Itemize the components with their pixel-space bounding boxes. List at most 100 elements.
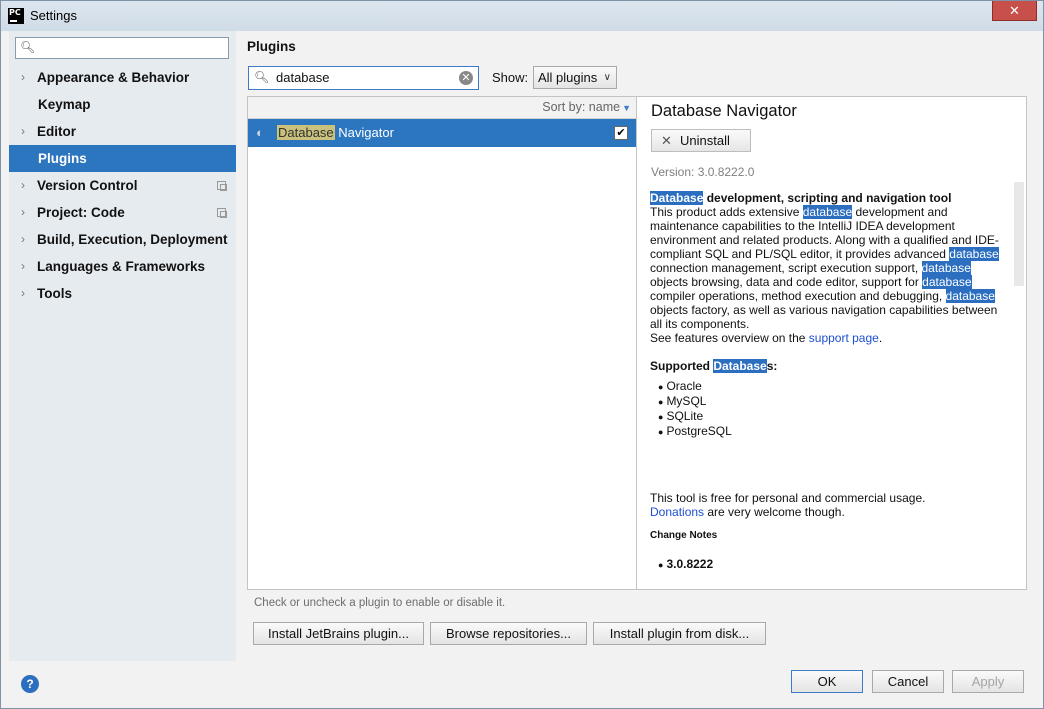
window-title: Settings	[30, 8, 77, 23]
description-paragraph: This product adds extensive database dev…	[650, 205, 1005, 331]
sidebar-item-label: Version Control	[37, 178, 138, 193]
close-icon: ✕	[661, 133, 672, 148]
sidebar-item-version-control[interactable]: › Version Control	[9, 172, 236, 199]
plugin-version: Version: 3.0.8222.0	[651, 165, 755, 179]
change-notes-list: 3.0.8222	[650, 557, 1005, 572]
headline-text: development, scripting and navigation to…	[703, 191, 952, 205]
sidebar-item-languages-frameworks[interactable]: › Languages & Frameworks	[9, 253, 236, 280]
sidebar-item-label: Appearance & Behavior	[37, 70, 190, 85]
desc-text: compiler operations, method execution an…	[650, 289, 946, 303]
desc-text: s:	[766, 359, 778, 373]
plugin-detail-panel: Database Navigator ✕ Uninstall Version: …	[637, 96, 1027, 590]
help-button[interactable]: ?	[21, 675, 39, 693]
plugin-icon: ◐	[256, 125, 264, 140]
uninstall-label: Uninstall	[680, 133, 730, 148]
search-highlight: Database	[713, 359, 767, 373]
sort-by-dropdown[interactable]: Sort by: name ▼	[248, 97, 636, 119]
chevron-right-icon: ›	[21, 124, 25, 138]
search-highlight: database	[921, 261, 971, 275]
desc-text: connection management, script execution …	[650, 261, 922, 275]
scrollbar-thumb[interactable]	[1014, 182, 1024, 286]
chevron-right-icon: ›	[21, 232, 25, 246]
supported-databases-list: Oracle MySQL SQLite PostgreSQL	[650, 379, 1005, 439]
list-item: PostgreSQL	[666, 424, 1005, 439]
list-item: Oracle	[666, 379, 1005, 394]
sidebar-item-label: Editor	[37, 124, 76, 139]
cancel-button[interactable]: Cancel	[872, 670, 944, 693]
project-scope-icon	[217, 181, 227, 191]
chevron-right-icon: ›	[21, 205, 25, 219]
sidebar-item-label: Tools	[37, 286, 72, 301]
search-highlight: database	[922, 275, 972, 289]
plugin-name-highlight: Database	[277, 125, 335, 140]
plugin-name-rest: Navigator	[334, 125, 394, 140]
search-highlight: Database	[650, 191, 704, 205]
sidebar-item-tools[interactable]: › Tools	[9, 280, 236, 307]
plugin-row-database-navigator[interactable]: ◐ Database Navigator ✔	[248, 119, 636, 147]
triangle-down-icon: ▼	[622, 103, 631, 113]
sidebar-item-appearance-behavior[interactable]: › Appearance & Behavior	[9, 64, 236, 91]
apply-button[interactable]: Apply	[952, 670, 1024, 693]
clear-search-icon[interactable]: ✕	[459, 71, 473, 85]
sidebar-item-keymap[interactable]: Keymap	[9, 91, 236, 118]
donations-link[interactable]: Donations	[650, 505, 704, 519]
close-button[interactable]: ✕	[992, 1, 1037, 21]
show-filter-value: All plugins	[538, 70, 598, 85]
plugin-detail-title: Database Navigator	[651, 102, 797, 120]
desc-text: Supported	[650, 359, 714, 373]
plugin-list: Sort by: name ▼ ◐ Database Navigator ✔	[247, 96, 637, 590]
plugin-search-input[interactable]: 🔍︎ database ✕	[248, 66, 479, 90]
project-scope-icon	[217, 208, 227, 218]
ok-button[interactable]: OK	[791, 670, 863, 693]
list-item: MySQL	[666, 394, 1005, 409]
sidebar-item-label: Languages & Frameworks	[37, 259, 206, 274]
support-page-link[interactable]: support page	[809, 331, 879, 345]
install-jetbrains-plugin-button[interactable]: Install JetBrains plugin...	[253, 622, 424, 645]
plugin-enabled-checkbox[interactable]: ✔	[614, 126, 628, 140]
uninstall-button[interactable]: ✕ Uninstall	[651, 129, 751, 152]
chevron-right-icon: ›	[21, 259, 25, 273]
sidebar-item-build-execution-deployment[interactable]: › Build, Execution, Deployment	[9, 226, 236, 253]
search-highlight: database	[945, 289, 995, 303]
install-plugin-from-disk-button[interactable]: Install plugin from disk...	[593, 622, 766, 645]
sidebar-item-plugins[interactable]: Plugins	[9, 145, 236, 172]
chevron-down-icon: ∨	[603, 72, 611, 83]
desc-text: objects factory, as well as various navi…	[650, 303, 998, 331]
search-icon: 🔍︎	[20, 40, 36, 54]
show-label: Show:	[492, 70, 529, 85]
title-bar: PC Settings ✕	[1, 1, 1043, 31]
list-item: 3.0.8222	[666, 557, 1005, 572]
description-headline: Database development, scripting and navi…	[650, 191, 1005, 205]
sidebar-search-input[interactable]: 🔍︎	[15, 37, 229, 59]
chevron-right-icon: ›	[21, 70, 25, 84]
sidebar-item-label: Plugins	[38, 151, 87, 166]
desc-text: .	[878, 331, 883, 345]
page-title: Plugins	[247, 39, 296, 54]
sidebar-item-editor[interactable]: › Editor	[9, 118, 236, 145]
search-icon: 🔍︎	[254, 70, 270, 84]
chevron-right-icon: ›	[21, 286, 25, 300]
sort-label: Sort by: name	[542, 100, 621, 114]
desc-text: See features overview on the	[650, 331, 809, 345]
desc-text: are very welcome though.	[704, 505, 845, 519]
sidebar-item-label: Project: Code	[37, 205, 125, 220]
sidebar-item-project-code[interactable]: › Project: Code	[9, 199, 236, 226]
plugin-description: Database development, scripting and navi…	[650, 191, 1005, 572]
browse-repositories-button[interactable]: Browse repositories...	[430, 622, 587, 645]
chevron-right-icon: ›	[21, 178, 25, 192]
search-value: database	[276, 70, 330, 85]
list-item: SQLite	[666, 409, 1005, 424]
supported-databases-heading: Supported Databases:	[650, 359, 1005, 373]
sidebar-item-label: Keymap	[38, 97, 91, 112]
desc-text: This product adds extensive	[650, 205, 803, 219]
show-filter-select[interactable]: All plugins ∨	[533, 66, 617, 89]
desc-text: objects browsing, data and code editor, …	[650, 275, 923, 289]
sidebar: 🔍︎ › Appearance & Behavior Keymap › Edit…	[9, 31, 236, 661]
search-highlight: database	[949, 247, 999, 261]
search-highlight: database	[802, 205, 853, 219]
hint-text: Check or uncheck a plugin to enable or d…	[254, 597, 506, 609]
sidebar-item-label: Build, Execution, Deployment	[37, 232, 228, 247]
pycharm-icon: PC	[8, 8, 24, 24]
free-usage-text: This tool is free for personal and comme…	[650, 491, 926, 505]
plugin-name: Database Navigator	[277, 125, 394, 140]
